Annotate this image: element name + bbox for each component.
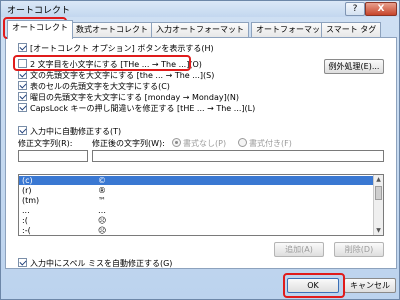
tab-autoformat-as-you-type[interactable]: 入力オートフォーマット: [151, 22, 249, 38]
delete-button[interactable]: 削除(D): [334, 242, 384, 257]
option-replace-as-you-type[interactable]: 入力中に自動修正する(T): [18, 126, 121, 137]
autocorrect-list[interactable]: (c) © (r) ® (tm) ™ ...… :(☹ :-(☹ ▲ ▼: [18, 174, 384, 236]
tab-smart-tags[interactable]: スマート タグ: [321, 22, 382, 38]
autocorrect-dialog: オートコレクト ? X オートコレクト 数式オートコレクト 入力オートフォーマッ…: [0, 0, 400, 300]
option-show-buttons[interactable]: [オートコレクト オプション] ボタンを表示する(H): [18, 43, 214, 54]
tab-strip: オートコレクト 数式オートコレクト 入力オートフォーマット オートフォーマット …: [5, 20, 397, 39]
highlight-second-letter-option: [13, 55, 191, 71]
help-button[interactable]: ?: [345, 2, 365, 16]
scroll-down-icon[interactable]: ▼: [374, 226, 383, 235]
checkbox[interactable]: [18, 258, 27, 267]
replace-label: 修正文字列(R):: [18, 139, 73, 148]
option-capitalize-table-cell[interactable]: 表のセルの先頭文字を大文字にする(C): [18, 81, 170, 92]
highlight-ok-button: [283, 273, 345, 298]
tab-autocorrect[interactable]: オートコレクト: [7, 20, 73, 39]
list-item[interactable]: (r) ®: [19, 186, 374, 195]
format-plain-radio[interactable]: 書式なし(P): [172, 138, 226, 149]
option-capitalize-day-names[interactable]: 曜日の先頭文字を大文字にする [monday → Monday](N): [18, 92, 239, 103]
list-scrollbar[interactable]: ▲ ▼: [373, 175, 383, 235]
checkbox[interactable]: [18, 103, 27, 112]
list-item[interactable]: :(☹: [19, 216, 374, 225]
scroll-thumb[interactable]: [375, 186, 382, 200]
option-spell-check[interactable]: 入力中にスペル ミスを自動修正する(G): [18, 258, 172, 269]
checkbox[interactable]: [18, 70, 27, 79]
option-capitalize-sentence[interactable]: 文の先頭文字を大文字にする [the ... → The ...](S): [18, 70, 214, 81]
checkbox[interactable]: [18, 81, 27, 90]
format-formatted-radio[interactable]: 書式付き(F): [238, 138, 292, 149]
tab-math-autocorrect[interactable]: 数式オートコレクト: [71, 22, 153, 38]
checkbox[interactable]: [18, 43, 27, 52]
dialog-title: オートコレクト: [7, 6, 71, 16]
list-item[interactable]: (c) ©: [19, 176, 374, 185]
list-item[interactable]: ...…: [19, 206, 374, 215]
cancel-button[interactable]: キャンセル: [344, 278, 396, 293]
exceptions-button[interactable]: 例外処理(E)...: [324, 59, 384, 74]
add-button[interactable]: 追加(A): [274, 242, 324, 257]
title-bar: オートコレクト ? X: [1, 1, 399, 17]
checkbox[interactable]: [18, 92, 27, 101]
with-input[interactable]: [92, 150, 384, 162]
list-item[interactable]: (tm) ™: [19, 196, 374, 205]
autocorrect-panel: [オートコレクト オプション] ボタンを表示する(H) 2 文字目を小文字にする…: [5, 37, 397, 269]
list-item[interactable]: :-(☹: [19, 226, 374, 235]
close-button[interactable]: X: [365, 2, 397, 16]
replace-input[interactable]: [18, 150, 88, 162]
scroll-up-icon[interactable]: ▲: [374, 175, 383, 184]
with-label: 修正後の文字列(W):: [92, 139, 165, 148]
option-correct-capslock[interactable]: CapsLock キーの押し間違いを修正する [tHE ... → The ..…: [18, 103, 255, 114]
checkbox[interactable]: [18, 126, 27, 135]
